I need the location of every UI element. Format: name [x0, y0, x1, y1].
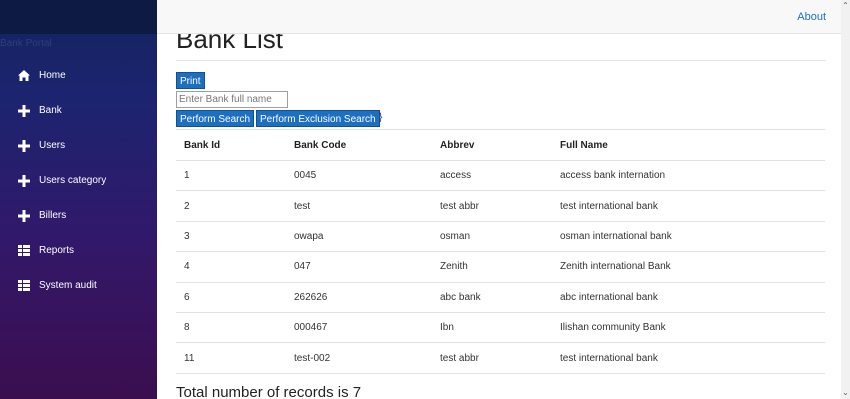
- plus-icon: [17, 209, 31, 223]
- sidebar-item-label: Home: [39, 70, 66, 81]
- cell-bank-code: test-002: [286, 342, 432, 374]
- list-icon: [17, 279, 31, 293]
- page-title: Bank List: [176, 34, 283, 54]
- cell-abbrev: abc bank: [432, 282, 552, 313]
- bank-table: Bank Id Bank Code Abbrev Full Name 1 004…: [176, 129, 825, 374]
- column-header-bank-id: Bank Id: [176, 129, 286, 161]
- cell-abbrev: test abbr: [432, 190, 552, 222]
- cell-bank-id: 4: [176, 251, 286, 283]
- table-row: 2 test test abbr test international bank: [176, 190, 825, 222]
- column-header-full-name: Full Name: [552, 129, 825, 161]
- cell-full-name: test international bank: [552, 342, 825, 374]
- sidebar-header: [0, 0, 157, 34]
- about-link[interactable]: About: [797, 11, 826, 23]
- cell-bank-code: 000467: [286, 312, 432, 344]
- table-row: 1 0045 access access bank internation: [176, 160, 825, 192]
- sidebar-item-label: Billers: [39, 210, 67, 221]
- cell-abbrev: Ibn: [432, 312, 552, 344]
- sidebar-item-label: Bank: [39, 105, 62, 116]
- sidebar-brand: Bank Portal: [0, 38, 52, 49]
- column-header-bank-code: Bank Code: [286, 129, 432, 161]
- print-button[interactable]: Print: [176, 72, 205, 89]
- home-icon: [17, 69, 31, 83]
- cell-bank-id: 6: [176, 282, 286, 313]
- cell-bank-id: 11: [176, 342, 286, 374]
- sidebar-item-billers[interactable]: Billers: [0, 198, 157, 233]
- bank-name-search-input[interactable]: [176, 91, 288, 108]
- cell-bank-code: 0045: [286, 160, 432, 192]
- cell-full-name: Ilishan community Bank: [552, 312, 825, 344]
- sidebar-item-reports[interactable]: Reports: [0, 233, 157, 268]
- stray-brace-text: }: [379, 112, 383, 123]
- sidebar-item-label: Users category: [39, 175, 107, 186]
- sidebar-item-label: Reports: [39, 245, 75, 256]
- sidebar-nav: Home Bank Users Users category Billers R…: [0, 58, 157, 303]
- sidebar-item-label: System audit: [39, 280, 97, 291]
- plus-icon: [17, 104, 31, 118]
- cell-full-name: test international bank: [552, 190, 825, 222]
- table-header-row: Bank Id Bank Code Abbrev Full Name: [176, 129, 825, 161]
- sidebar-item-system-audit[interactable]: System audit: [0, 268, 157, 303]
- cell-full-name: osman international bank: [552, 221, 825, 253]
- cell-bank-id: 3: [176, 221, 286, 253]
- sidebar-item-bank[interactable]: Bank: [0, 93, 157, 128]
- cell-bank-id: 1: [176, 160, 286, 192]
- sidebar-item-label: Users: [39, 140, 66, 151]
- table-row: 8 000467 Ibn Ilishan community Bank: [176, 312, 825, 344]
- list-icon: [17, 244, 31, 258]
- cell-full-name: Zenith international Bank: [552, 251, 825, 283]
- main-content: Bank List Print Perform Search Perform E…: [176, 34, 826, 399]
- top-navbar: About: [157, 0, 850, 34]
- title-divider: [176, 60, 826, 61]
- plus-icon: [17, 139, 31, 153]
- scroll-down-icon[interactable]: ⌄: [841, 389, 850, 397]
- cell-bank-id: 2: [176, 190, 286, 222]
- cell-bank-code: test: [286, 190, 432, 222]
- page-scrollbar[interactable]: ⌃ ⌄: [841, 0, 850, 399]
- table-row: 6 262626 abc bank abc international bank: [176, 282, 825, 313]
- perform-search-button[interactable]: Perform Search: [176, 110, 255, 127]
- cell-bank-code: 262626: [286, 282, 432, 313]
- cell-abbrev: test abbr: [432, 342, 552, 374]
- sidebar-item-home[interactable]: Home: [0, 58, 157, 93]
- cell-abbrev: access: [432, 160, 552, 192]
- sidebar: Bank Portal Home Bank Users Users catego…: [0, 0, 157, 399]
- cell-bank-code: 047: [286, 251, 432, 283]
- plus-icon: [17, 174, 31, 188]
- cell-bank-code: owapa: [286, 221, 432, 253]
- cell-abbrev: osman: [432, 221, 552, 253]
- cell-full-name: abc international bank: [552, 282, 825, 313]
- perform-exclusion-search-button[interactable]: Perform Exclusion Search: [256, 110, 380, 127]
- sidebar-item-users-category[interactable]: Users category: [0, 163, 157, 198]
- table-row: 4 047 Zenith Zenith international Bank: [176, 251, 825, 283]
- cell-bank-id: 8: [176, 312, 286, 344]
- cell-abbrev: Zenith: [432, 251, 552, 283]
- sidebar-item-users[interactable]: Users: [0, 128, 157, 163]
- column-header-abbrev: Abbrev: [432, 129, 552, 161]
- cell-full-name: access bank internation: [552, 160, 825, 192]
- table-row: 3 owapa osman osman international bank: [176, 221, 825, 253]
- total-records-text: Total number of records is 7: [176, 384, 362, 399]
- table-row: 11 test-002 test abbr test international…: [176, 342, 825, 374]
- scroll-up-icon[interactable]: ⌃: [841, 2, 850, 10]
